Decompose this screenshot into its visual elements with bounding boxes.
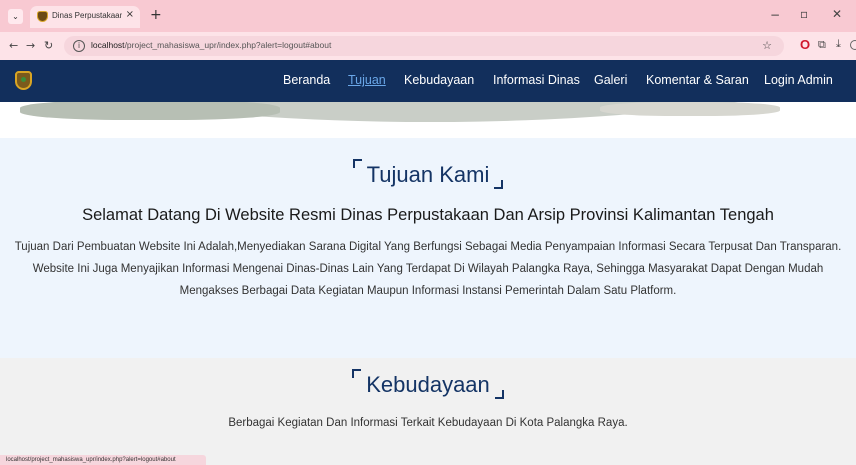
browser-tab[interactable]: Dinas Perpustakaan Dan Arsip K × <box>30 6 140 28</box>
bookmark-star-icon[interactable]: ☆ <box>762 39 772 52</box>
bracket-corner-icon <box>494 180 504 189</box>
nav-link-informasi-dinas[interactable]: Informasi Dinas <box>493 73 580 87</box>
welcome-heading: Selamat Datang Di Website Resmi Dinas Pe… <box>82 206 774 224</box>
kebudayaan-section: Kebudayaan Berbagai Kegiatan Dan Informa… <box>0 358 856 465</box>
window-close-icon[interactable]: ✕ <box>832 7 842 21</box>
tab-search-chevron-icon[interactable]: ⌄ <box>8 9 23 24</box>
reload-icon[interactable]: ↻ <box>44 39 53 52</box>
hero-image <box>0 102 856 122</box>
bracket-corner-icon <box>352 369 362 378</box>
kebudayaan-title: Kebudayaan <box>0 369 856 399</box>
new-tab-button[interactable]: + <box>150 7 162 23</box>
tujuan-section: Tujuan Kami Selamat Datang Di Website Re… <box>0 138 856 358</box>
download-icon[interactable]: ⤓ <box>836 37 841 51</box>
bracket-corner-icon <box>494 390 504 399</box>
nav-link-komentar-saran[interactable]: Komentar & Saran <box>646 73 749 87</box>
address-bar[interactable]: i localhost/project_mahasiswa_upr/index.… <box>64 36 784 56</box>
window-minimize-icon[interactable]: − <box>770 8 780 22</box>
forward-arrow-icon[interactable]: → <box>26 39 35 52</box>
browser-tab-bar: ⌄ Dinas Perpustakaan Dan Arsip K × + − ▫… <box>0 0 856 32</box>
extensions-puzzle-icon[interactable]: ⧉ <box>818 38 826 52</box>
title-bracket: Kebudayaan <box>352 369 504 399</box>
nav-link-galeri[interactable]: Galeri <box>594 73 627 87</box>
site-header: Beranda Tujuan Kebudayaan Informasi Dina… <box>0 60 856 102</box>
tab-close-icon[interactable]: × <box>126 9 134 20</box>
url-host: localhost <box>91 40 125 50</box>
url-text[interactable]: localhost/project_mahasiswa_upr/index.ph… <box>91 40 331 50</box>
tujuan-description: Tujuan Dari Pembuatan Website Ini Adalah… <box>14 241 842 297</box>
tab-title: Dinas Perpustakaan Dan Arsip K <box>52 11 122 20</box>
site-info-icon[interactable]: i <box>73 40 85 52</box>
nav-link-kebudayaan[interactable]: Kebudayaan <box>404 73 474 87</box>
site-favicon-icon <box>37 11 48 22</box>
tujuan-title: Tujuan Kami <box>0 159 856 189</box>
site-logo[interactable] <box>15 71 32 90</box>
hero-image-strip <box>0 102 856 132</box>
window-restore-icon[interactable]: ▫ <box>800 7 808 21</box>
kebudayaan-description: Berbagai Kegiatan Dan Informasi Terkait … <box>228 417 628 429</box>
link-status-bar: localhost/project_mahasiswa_upr/index.ph… <box>0 455 206 465</box>
title-bracket: Tujuan Kami <box>352 159 504 189</box>
kebudayaan-title-text: Kebudayaan <box>366 372 490 397</box>
opera-extension-icon[interactable]: O <box>800 37 810 52</box>
url-path: /project_mahasiswa_upr/index.php?alert=l… <box>124 40 332 50</box>
profile-circle-icon[interactable] <box>850 40 856 50</box>
nav-link-beranda[interactable]: Beranda <box>283 73 330 87</box>
nav-link-tujuan[interactable]: Tujuan <box>348 73 386 87</box>
browser-toolbar: ← → ↻ i localhost/project_mahasiswa_upr/… <box>0 32 856 60</box>
nav-link-login-admin[interactable]: Login Admin <box>764 73 833 87</box>
back-arrow-icon[interactable]: ← <box>9 39 18 52</box>
tujuan-title-text: Tujuan Kami <box>366 162 490 187</box>
bracket-corner-icon <box>352 159 362 168</box>
